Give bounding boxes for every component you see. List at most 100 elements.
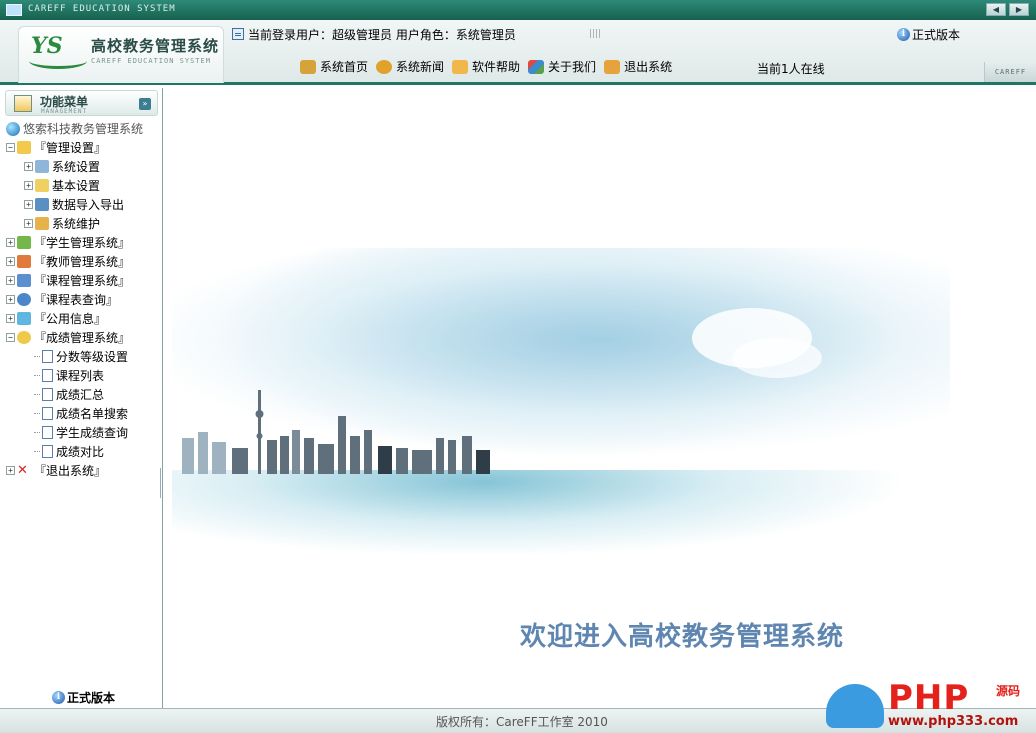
page-icon xyxy=(42,350,53,363)
tree-node-label: 『课程表查询』 xyxy=(34,293,119,307)
tree-node-label: 系统维护 xyxy=(52,217,101,231)
user-info: 当前登录用户：超级管理员 用户角色：系统管理员 xyxy=(232,26,516,42)
logo-swoosh-icon xyxy=(29,53,87,69)
app-title: 高校教务管理系统 xyxy=(91,37,220,55)
logout-icon xyxy=(604,59,621,74)
menu-header: 功能菜单 MANAGEMENT » xyxy=(5,90,158,116)
tree-connector xyxy=(34,375,40,376)
title-strip-text: CAREFF EDUCATION SYSTEM xyxy=(28,4,176,14)
expand-icon[interactable]: + xyxy=(6,276,15,285)
top-nav: 系统首页 系统新闻 软件帮助 关于我们 退出系统 xyxy=(300,58,672,75)
page-icon xyxy=(42,426,53,439)
cloud xyxy=(732,338,822,378)
expand-icon[interactable]: + xyxy=(6,466,15,475)
nav-news[interactable]: 系统新闻 xyxy=(376,58,444,75)
data-transfer-icon xyxy=(35,198,49,211)
sidebar-version-text: 正式版本 xyxy=(67,691,116,705)
tree-node[interactable]: + 『公用信息』 xyxy=(0,309,162,328)
tree-node-label: 『成绩管理系统』 xyxy=(34,331,131,345)
expand-icon[interactable]: + xyxy=(6,314,15,323)
tree-node[interactable]: 成绩汇总 xyxy=(0,385,162,404)
tree-root-label: 悠索科技教务管理系统 xyxy=(23,122,144,136)
main-content: 欢迎进入高校教务管理系统 xyxy=(164,88,1036,708)
tree-node[interactable]: 学生成绩查询 xyxy=(0,423,162,442)
student-icon xyxy=(17,236,31,249)
tree-node-label: 『学生管理系统』 xyxy=(34,236,131,250)
nav-help[interactable]: 软件帮助 xyxy=(452,58,520,75)
tree-node-label: 学生成绩查询 xyxy=(56,426,129,440)
nav-logout-label: 退出系统 xyxy=(624,60,673,74)
nav-news-label: 系统新闻 xyxy=(396,60,445,74)
tree-node[interactable]: + 『教师管理系统』 xyxy=(0,252,162,271)
menu-collapse-button[interactable]: » xyxy=(139,98,151,110)
chart-pie-icon xyxy=(17,331,31,344)
exit-x-icon: ✕ xyxy=(17,463,28,478)
page-icon xyxy=(42,369,53,382)
page-icon xyxy=(42,388,53,401)
about-icon xyxy=(528,59,545,74)
logo: YS 高校教务管理系统 CAREFF EDUCATION SYSTEM xyxy=(18,26,224,83)
nav-prev-button[interactable]: ◀ xyxy=(986,3,1006,16)
info-icon: i xyxy=(897,28,910,41)
city-skyline xyxy=(182,390,490,474)
expand-icon[interactable]: + xyxy=(6,295,15,304)
tree-node[interactable]: 成绩对比 xyxy=(0,442,162,461)
tree-node-label: 成绩对比 xyxy=(56,445,105,459)
menu-board-icon xyxy=(14,95,32,112)
nav-home[interactable]: 系统首页 xyxy=(300,58,368,75)
tree-node[interactable]: 课程列表 xyxy=(0,366,162,385)
globe-icon xyxy=(6,121,20,136)
expand-icon[interactable]: + xyxy=(24,219,33,228)
nav-next-button[interactable]: ▶ xyxy=(1009,3,1029,16)
info-icon: i xyxy=(52,691,65,704)
sidebar: 功能菜单 MANAGEMENT » 悠索科技教务管理系统 − 『管理设置』 + 系统设… xyxy=(0,88,165,708)
tree-node[interactable]: − 『成绩管理系统』 xyxy=(0,328,162,347)
collapse-icon[interactable]: − xyxy=(6,143,15,152)
expand-icon[interactable]: + xyxy=(6,238,15,247)
tree-node[interactable]: + 系统设置 xyxy=(0,157,162,176)
page-icon xyxy=(42,445,53,458)
news-icon xyxy=(376,59,393,74)
version-text: 正式版本 xyxy=(912,28,961,42)
tree-node[interactable]: + 基本设置 xyxy=(0,176,162,195)
header: YS 高校教务管理系统 CAREFF EDUCATION SYSTEM 当前登录… xyxy=(0,20,1036,85)
sea xyxy=(172,470,950,588)
tree-connector xyxy=(34,451,40,452)
user-info-text: 当前登录用户：超级管理员 用户角色：系统管理员 xyxy=(248,27,516,42)
tree-node[interactable]: + 『课程管理系统』 xyxy=(0,271,162,290)
expand-icon[interactable]: + xyxy=(24,162,33,171)
nav-home-label: 系统首页 xyxy=(320,60,369,74)
expand-icon[interactable]: + xyxy=(24,181,33,190)
tree-node-label: 『教师管理系统』 xyxy=(34,255,131,269)
tree-node[interactable]: + 数据导入导出 xyxy=(0,195,162,214)
online-count: 当前1人在线 xyxy=(757,62,825,76)
tree-node-label: 系统设置 xyxy=(52,160,101,174)
tree-node-label: 『公用信息』 xyxy=(34,312,107,326)
tree-node[interactable]: 分数等级设置 xyxy=(0,347,162,366)
app-subtitle: CAREFF EDUCATION SYSTEM xyxy=(91,57,211,65)
tree-node-label: 成绩汇总 xyxy=(56,388,105,402)
collapse-icon[interactable]: − xyxy=(6,333,15,342)
tree-node-label: 『课程管理系统』 xyxy=(34,274,131,288)
tree-node-label: 『管理设置』 xyxy=(34,141,107,155)
nav-logout[interactable]: 退出系统 xyxy=(604,58,672,75)
user-card-icon xyxy=(232,28,244,40)
watermark-suffix: 源码 xyxy=(996,684,1021,698)
tree-node[interactable]: 成绩名单搜索 xyxy=(0,404,162,423)
watermark-logo: PHP 源码 www.php333.com xyxy=(826,678,1032,732)
tree-node[interactable]: + ✕ 『退出系统』 xyxy=(0,461,162,480)
folder-open-icon xyxy=(17,141,31,154)
tree-root[interactable]: 悠索科技教务管理系统 xyxy=(0,119,162,138)
elephant-icon xyxy=(826,684,884,728)
menu-subtitle: MANAGEMENT xyxy=(41,108,88,115)
grip-icon xyxy=(590,29,602,38)
expand-icon[interactable]: + xyxy=(6,257,15,266)
tree-connector xyxy=(34,432,40,433)
home-icon xyxy=(300,59,316,74)
tree-node[interactable]: − 『管理设置』 xyxy=(0,138,162,157)
tree-node[interactable]: + 『学生管理系统』 xyxy=(0,233,162,252)
tree-node[interactable]: + 系统维护 xyxy=(0,214,162,233)
expand-icon[interactable]: + xyxy=(24,200,33,209)
tree-node[interactable]: + 『课程表查询』 xyxy=(0,290,162,309)
nav-about[interactable]: 关于我们 xyxy=(528,58,596,75)
